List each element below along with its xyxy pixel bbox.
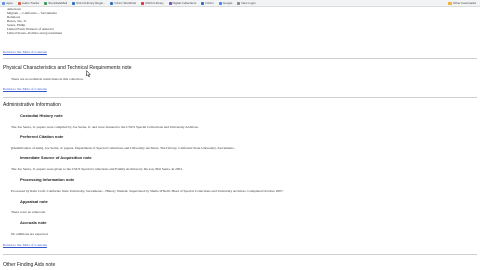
divider bbox=[3, 58, 477, 59]
bookmark-favicon-icon bbox=[17, 1, 21, 5]
processing-text: Processed by Rain Craft, California Stat… bbox=[11, 189, 284, 193]
bookmark-item[interactable]: OCLC bbox=[201, 0, 214, 5]
bookmark-favicon-icon bbox=[218, 1, 222, 5]
other-finding-aids-heading: Other Finding Aids note bbox=[3, 262, 56, 268]
bookmark-favicon-icon bbox=[72, 1, 76, 5]
divider bbox=[3, 254, 477, 255]
bookmark-label: StoreSafeMail bbox=[48, 0, 68, 5]
bookmark-label: Audio Tracks bbox=[21, 0, 40, 5]
preferred-citation-text: [Identification of item], Joe Serna, Jr.… bbox=[11, 146, 235, 150]
list-item: United States--Politics and government bbox=[7, 31, 63, 35]
bookmark-label: OCLC bbox=[205, 0, 214, 5]
bookmark-label: OCLC/Library Regis... bbox=[76, 0, 106, 5]
acquisition-heading: Immediate Source of Acquisition note bbox=[20, 155, 92, 160]
bookmark-label: Google bbox=[222, 0, 233, 5]
bookmark-favicon-icon bbox=[237, 1, 241, 5]
bookmark-favicon-icon bbox=[201, 1, 205, 5]
bookmark-item[interactable]: CSUN Library bbox=[141, 0, 164, 5]
bookmark-favicon-icon bbox=[2, 1, 5, 5]
bookmark-label: Apps bbox=[6, 0, 13, 5]
acquisition-text: The Joe Serna, Jr. papers were given to … bbox=[11, 167, 184, 171]
bookmark-item[interactable]: Audio Tracks bbox=[17, 0, 40, 5]
custodial-history-heading: Custodial History note bbox=[20, 113, 63, 118]
bookmark-item[interactable]: OCLC/Library Regis... bbox=[72, 0, 106, 5]
bookmark-item[interactable]: New Login bbox=[237, 0, 256, 5]
processing-heading: Processing Information note bbox=[20, 177, 75, 182]
bookmark-label: CSUN Library bbox=[145, 0, 164, 5]
bookmark-label: OCLC WorldCat bbox=[114, 0, 136, 5]
bookmark-item[interactable]: Apps bbox=[2, 0, 13, 5]
accruals-heading: Accruals note bbox=[20, 220, 47, 225]
appraisal-heading: Appraisal note bbox=[20, 199, 48, 204]
bookmark-favicon-icon bbox=[44, 1, 48, 5]
preferred-citation-heading: Preferred Citation note bbox=[20, 134, 64, 139]
finding-aid-page: American Migrant -- California -- Sacram… bbox=[0, 7, 480, 270]
bookmark-favicon-icon bbox=[110, 1, 114, 5]
bookmarks-bar: Apps Audio Tracks StoreSafeMail OCLC/Librar… bbox=[0, 0, 480, 7]
bookmark-item[interactable]: StoreSafeMail bbox=[44, 0, 68, 5]
divider bbox=[3, 97, 477, 98]
bookmark-item[interactable]: Google bbox=[218, 0, 233, 5]
bookmark-label: New Login bbox=[241, 0, 256, 5]
other-bookmarks[interactable]: Other bookmarks bbox=[447, 1, 476, 5]
bookmark-favicon-icon bbox=[168, 1, 172, 5]
bookmark-favicon-icon bbox=[141, 1, 144, 5]
return-to-toc-link[interactable]: Return to the Table of Contents bbox=[3, 243, 47, 247]
return-to-toc-link[interactable]: Return to the Table of Contents bbox=[3, 87, 47, 91]
mouse-pointer-icon bbox=[86, 70, 91, 77]
other-bookmarks-label: Other bookmarks bbox=[452, 1, 476, 5]
appraisal-text: There were no removals. bbox=[11, 210, 46, 214]
folder-icon bbox=[447, 1, 452, 5]
physical-characteristics-heading: Physical Characteristics and Technical R… bbox=[3, 65, 132, 71]
bookmark-label: Digital Collections bbox=[172, 0, 197, 5]
bookmark-item[interactable]: Digital Collections bbox=[168, 0, 197, 5]
custodial-history-text: The Joe Serna, Jr. papers were compiled … bbox=[11, 125, 199, 129]
bookmark-item[interactable]: OCLC WorldCat bbox=[110, 0, 136, 5]
return-to-toc-link[interactable]: Return to the Table of Contents bbox=[3, 50, 47, 54]
physical-characteristics-text: There are no technical restrictions in t… bbox=[11, 77, 84, 81]
accruals-text: No additions are expected. bbox=[11, 232, 49, 236]
administrative-information-heading: Administrative Information bbox=[3, 102, 61, 108]
